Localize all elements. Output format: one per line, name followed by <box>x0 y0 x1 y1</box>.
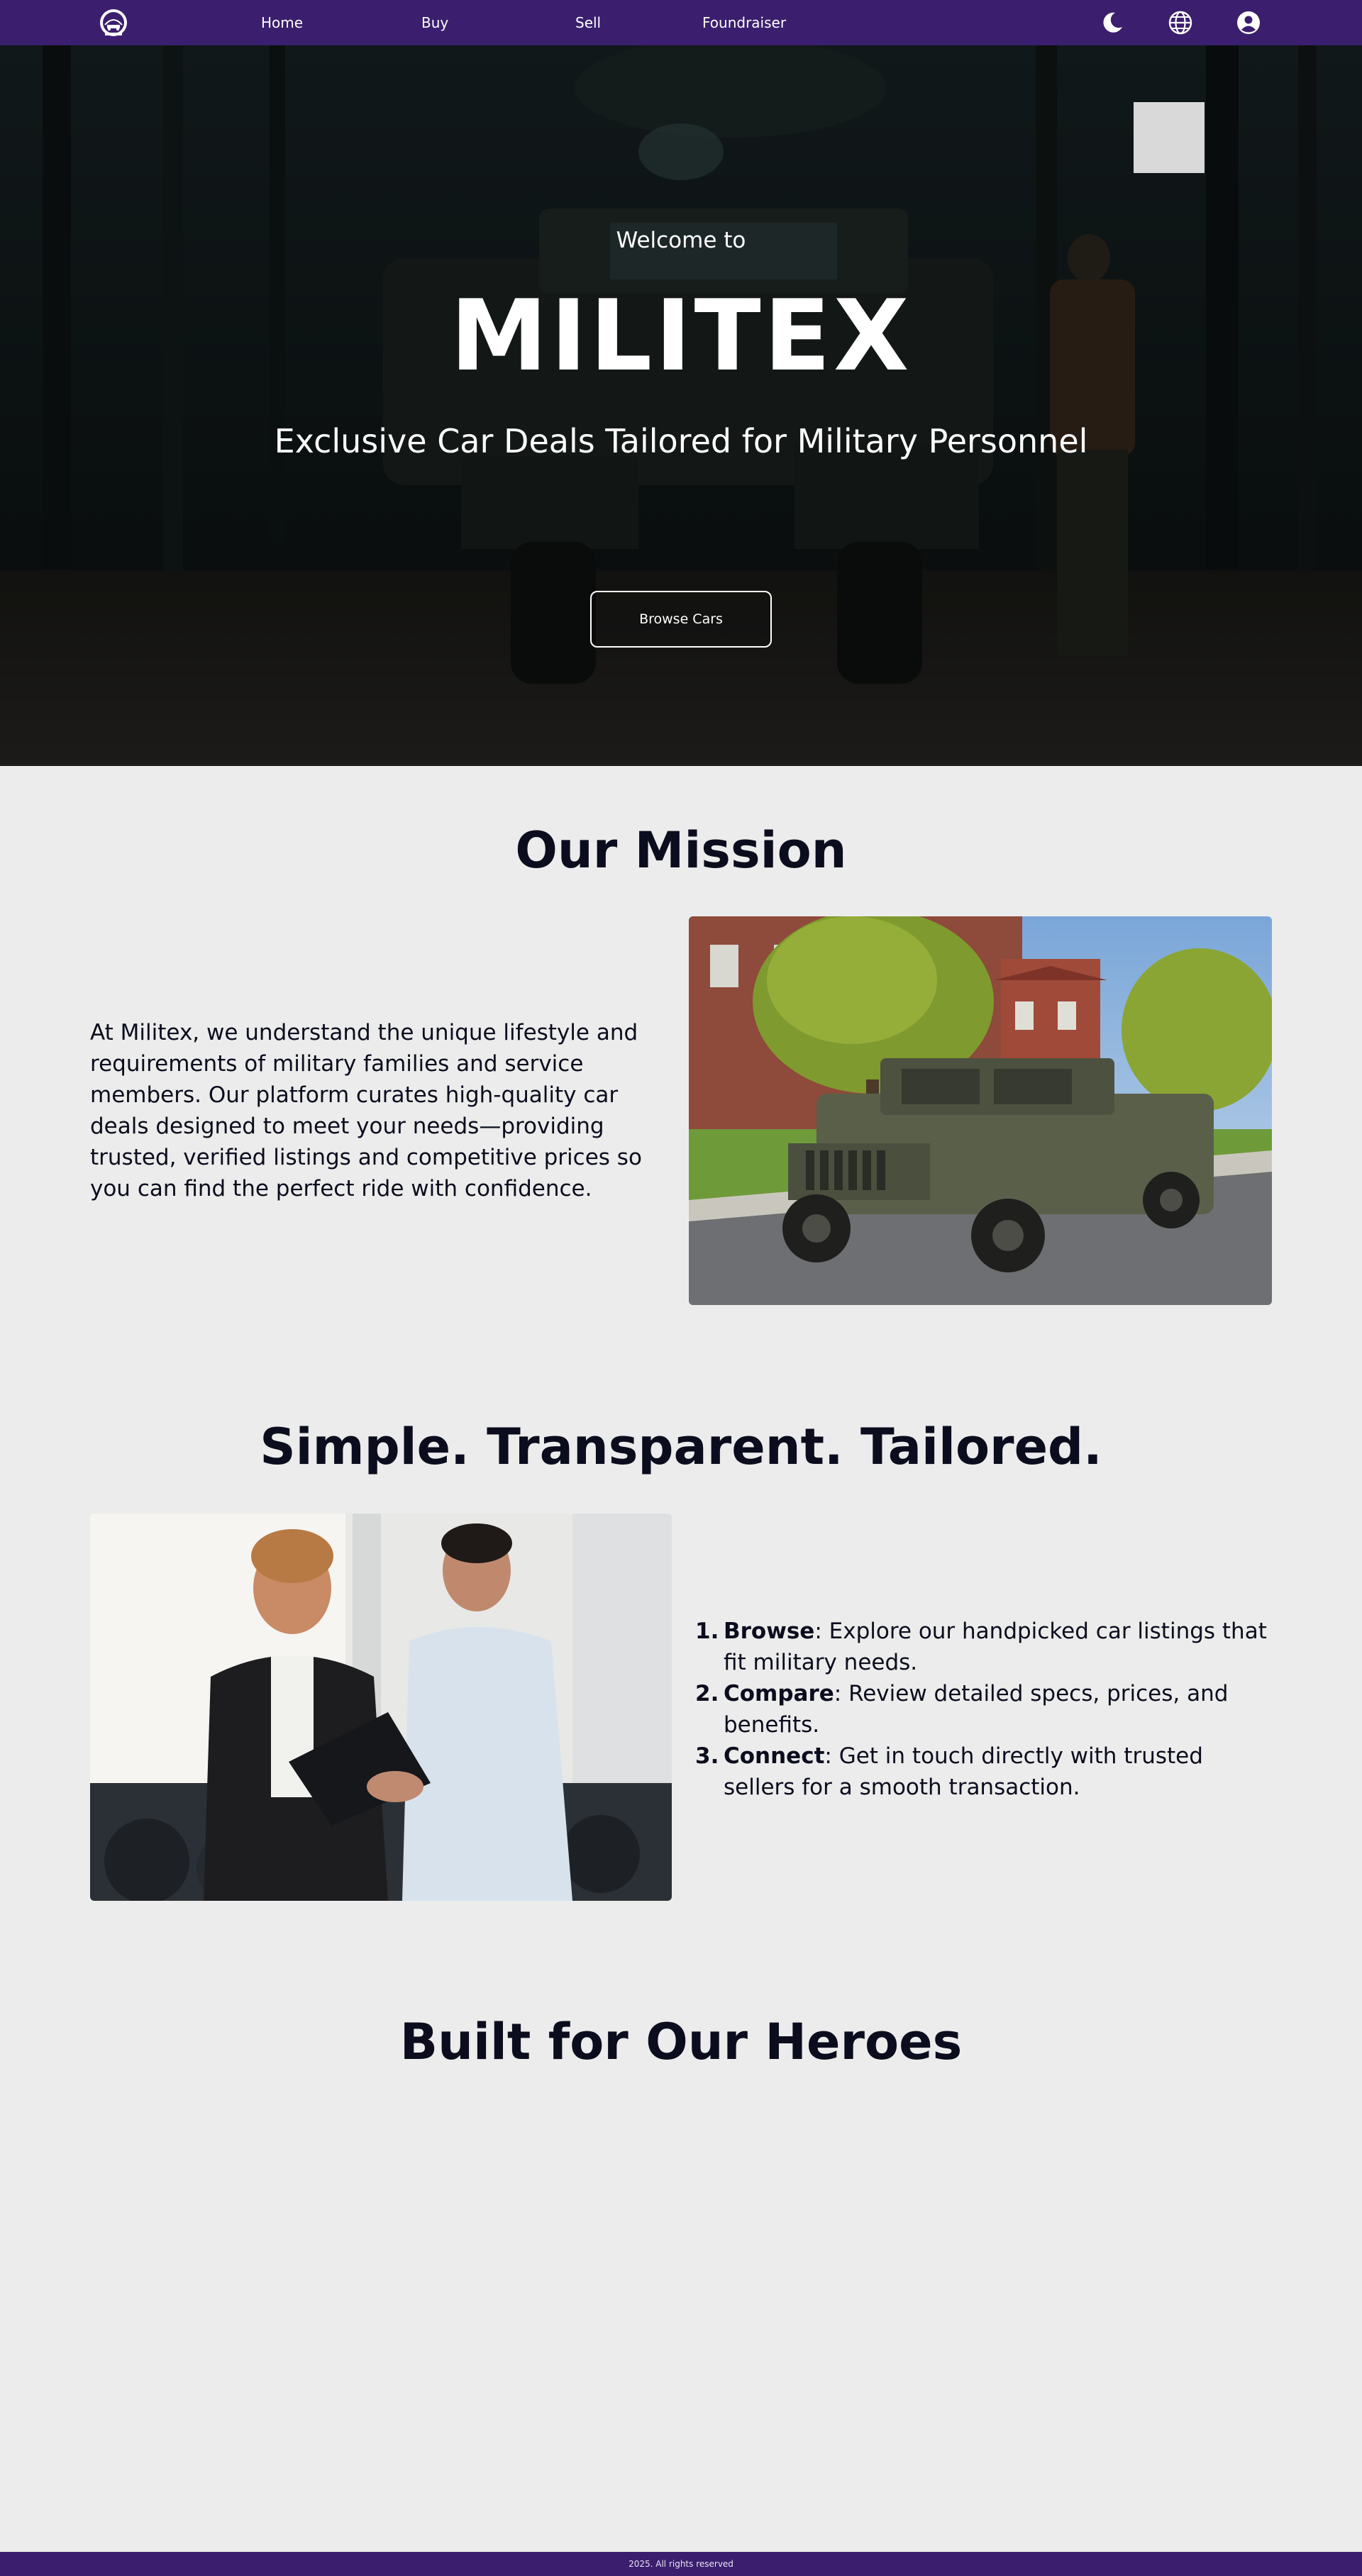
step-item-compare: 2. Compare: Review detailed specs, price… <box>695 1678 1277 1741</box>
step-item-connect: 3. Connect: Get in touch directly with t… <box>695 1741 1277 1803</box>
two-men-reviewing-documents-image <box>90 1514 672 1901</box>
mission-heading: Our Mission <box>515 821 847 879</box>
mission-image <box>689 916 1272 1305</box>
top-navbar: Home Buy Sell Foundraiser <box>0 0 1362 45</box>
dealership-image <box>90 1514 672 1901</box>
mission-text: At Militex, we understand the unique lif… <box>90 1020 642 1201</box>
hero-title: MILITEX <box>450 279 912 393</box>
steps-list: 1. Browse: Explore our handpicked car li… <box>695 1616 1277 1803</box>
step-item-browse: 1. Browse: Explore our handpicked car li… <box>695 1616 1277 1678</box>
user-icon[interactable] <box>1236 10 1261 35</box>
step-number: 2. <box>695 1681 719 1706</box>
nav-link-buy[interactable]: Buy <box>421 13 448 32</box>
militex-logo-icon[interactable] <box>99 8 128 38</box>
browse-cars-button[interactable]: Browse Cars <box>590 591 772 648</box>
hero-placeholder-box <box>1134 102 1205 173</box>
step-title: Browse <box>724 1619 815 1644</box>
hero-subtitle: Exclusive Car Deals Tailored for Militar… <box>274 422 1088 460</box>
globe-icon[interactable] <box>1168 10 1193 35</box>
nav-link-sell[interactable]: Sell <box>575 13 601 32</box>
military-truck-image <box>689 916 1272 1305</box>
hero-section: Welcome to MILITEX Exclusive Car Deals T… <box>0 45 1362 766</box>
footer: 2025. All rights reserved <box>0 2552 1362 2576</box>
nav-link-foundraiser[interactable]: Foundraiser <box>702 13 786 32</box>
nav-link-home[interactable]: Home <box>261 13 303 32</box>
step-number: 3. <box>695 1743 719 1769</box>
step-title: Compare <box>724 1681 834 1706</box>
step-number: 1. <box>695 1619 719 1644</box>
moon-icon[interactable] <box>1100 10 1125 35</box>
heroes-heading: Built for Our Heroes <box>399 2013 963 2071</box>
footer-copyright: 2025. All rights reserved <box>629 2559 733 2569</box>
simple-heading: Simple. Transparent. Tailored. <box>260 1418 1102 1476</box>
step-title: Connect <box>724 1743 825 1769</box>
hero-welcome-text: Welcome to <box>616 228 746 253</box>
